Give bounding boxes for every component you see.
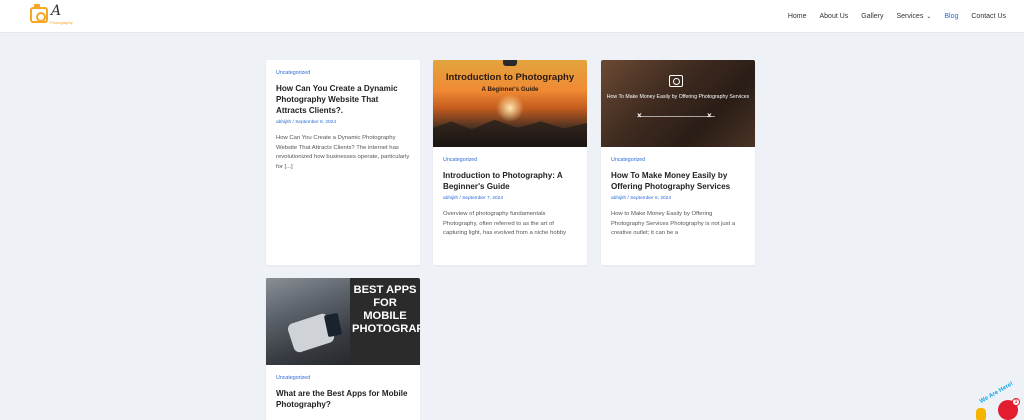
- post-thumbnail[interactable]: How To Make Money Easily by Offering Pho…: [601, 60, 755, 147]
- post-excerpt: How to Make Money Easily by Offering Pho…: [611, 211, 736, 237]
- chat-widget[interactable]: We Are Here! 1: [974, 381, 1022, 420]
- post-title[interactable]: How Can You Create a Dynamic Photography…: [276, 83, 410, 116]
- post-category[interactable]: Uncategorized: [611, 157, 745, 163]
- post-meta[interactable]: abhijith / September 8, 2024: [276, 120, 410, 125]
- notification-count: 1: [1012, 398, 1020, 406]
- main-nav: Home About Us Gallery Services ⌄ Blog Co…: [788, 0, 1006, 33]
- nav-blog[interactable]: Blog: [944, 13, 958, 20]
- camera-logo-icon: [30, 4, 48, 23]
- post-title[interactable]: How To Make Money Easily by Offering Pho…: [611, 170, 745, 192]
- post-meta[interactable]: abhijith / September 6, 2024: [611, 196, 745, 201]
- camera-icon: [503, 60, 517, 66]
- post-category[interactable]: Uncategorized: [276, 70, 410, 76]
- logo-mark: A: [51, 3, 62, 19]
- post-category[interactable]: Uncategorized: [276, 375, 410, 381]
- post-category[interactable]: Uncategorized: [443, 157, 577, 163]
- waving-hand-icon: [976, 408, 986, 420]
- nav-services-label: Services: [896, 13, 924, 20]
- post-card-body: Uncategorized Introduction to Photograph…: [433, 147, 587, 239]
- thumbnail-title: BEST APPS FOR MOBILE PHOTOGRAPHY: [352, 284, 420, 335]
- cross-icon: ×: [637, 111, 642, 120]
- post-card[interactable]: Introduction to Photography A Beginner's…: [433, 60, 587, 265]
- chevron-down-icon: ⌄: [926, 14, 932, 20]
- post-card[interactable]: BEST APPS FOR MOBILE PHOTOGRAPHY Uncateg…: [266, 278, 420, 420]
- thumbnail-subtitle: A Beginner's Guide: [481, 86, 539, 93]
- thumbnail-title: Introduction to Photography: [445, 72, 575, 83]
- post-card-body: Uncategorized What are the Best Apps for…: [266, 365, 420, 410]
- post-card[interactable]: How To Make Money Easily by Offering Pho…: [601, 60, 755, 265]
- post-title[interactable]: What are the Best Apps for Mobile Photog…: [276, 388, 410, 410]
- logo-subtitle: Photography: [50, 20, 73, 25]
- camera-icon: [669, 75, 683, 87]
- cross-icon: ×: [707, 111, 712, 120]
- post-card-body: Uncategorized How Can You Create a Dynam…: [266, 60, 420, 172]
- divider-line: [639, 116, 715, 117]
- post-title[interactable]: Introduction to Photography: A Beginner'…: [443, 170, 577, 192]
- sunset-graphic: [496, 94, 524, 122]
- post-card-body: Uncategorized How To Make Money Easily b…: [601, 147, 755, 239]
- nav-home[interactable]: Home: [788, 13, 807, 20]
- nav-contact-us[interactable]: Contact Us: [971, 13, 1006, 20]
- post-thumbnail[interactable]: Introduction to Photography A Beginner's…: [433, 60, 587, 147]
- site-header: A Photography Home About Us Gallery Serv…: [0, 0, 1024, 33]
- thumbnail-caption: How To Make Money Easily by Offering Pho…: [606, 94, 750, 100]
- post-meta[interactable]: abhijith / September 7, 2024: [443, 196, 577, 201]
- nav-gallery[interactable]: Gallery: [861, 13, 883, 20]
- post-excerpt: Overview of photography fundamentals Pho…: [443, 211, 567, 237]
- site-logo[interactable]: A Photography: [30, 3, 76, 29]
- post-excerpt: How Can You Create a Dynamic Photography…: [276, 135, 410, 170]
- post-thumbnail[interactable]: BEST APPS FOR MOBILE PHOTOGRAPHY: [266, 278, 420, 365]
- post-card[interactable]: Uncategorized How Can You Create a Dynam…: [266, 60, 420, 265]
- nav-about-us[interactable]: About Us: [820, 13, 849, 20]
- nav-services[interactable]: Services ⌄: [896, 13, 931, 20]
